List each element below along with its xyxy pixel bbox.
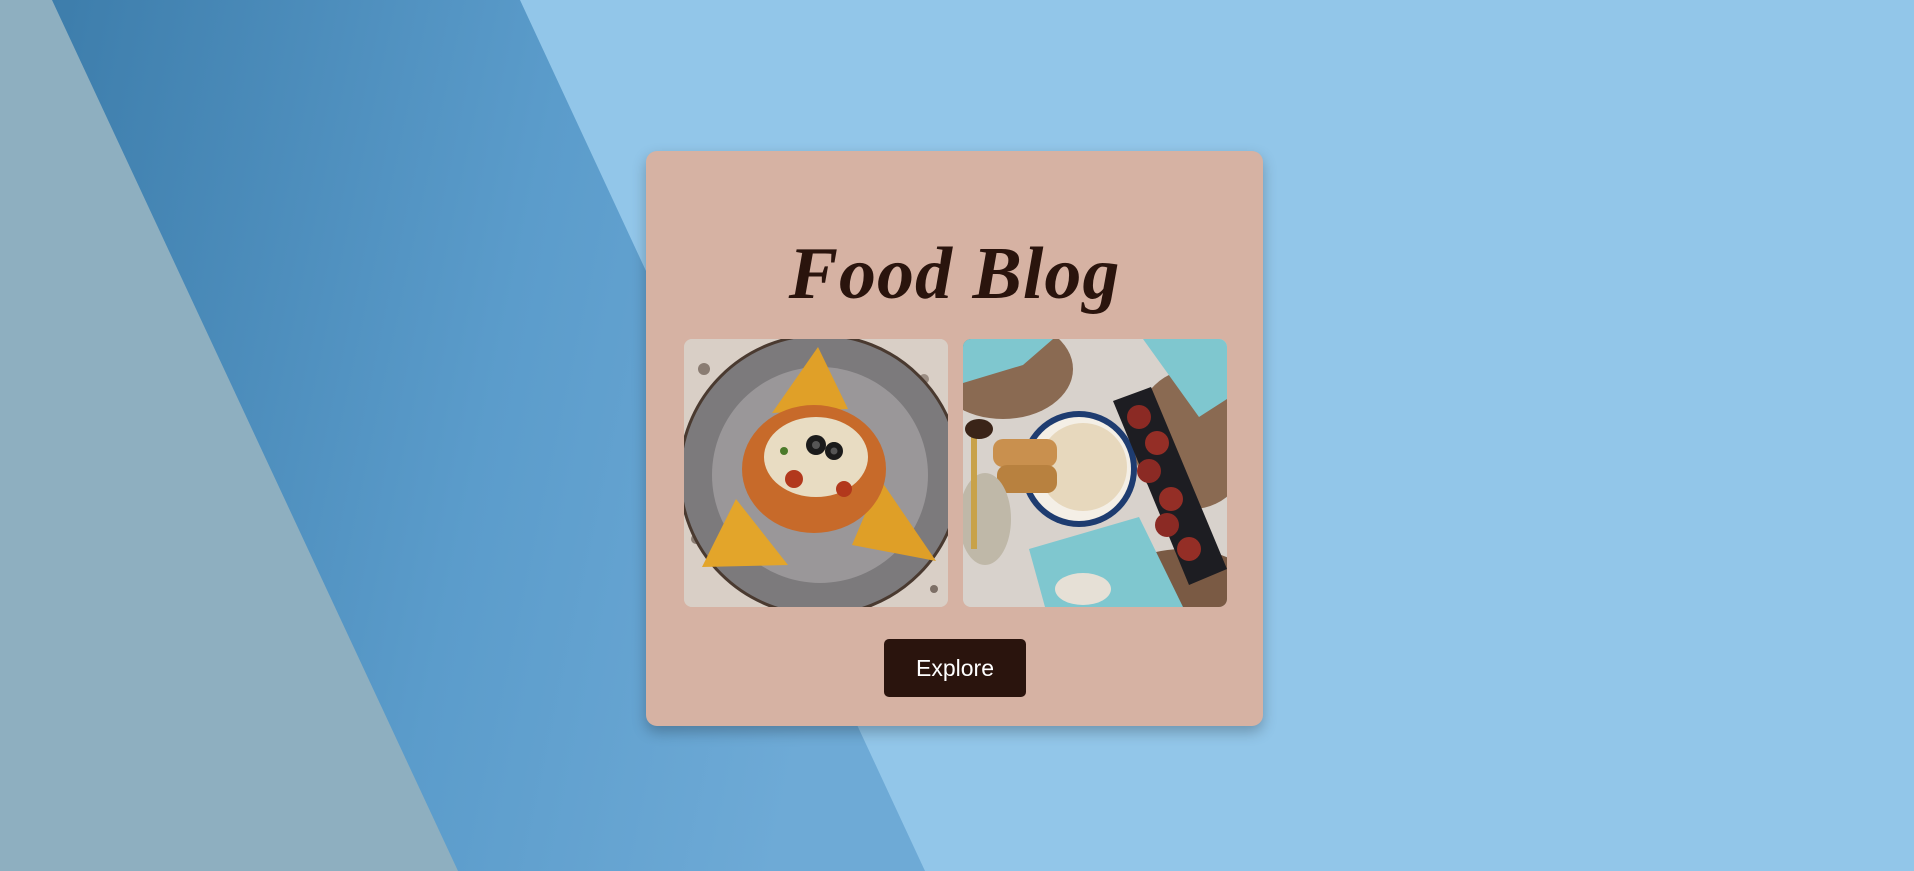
page-title: Food Blog <box>788 233 1121 315</box>
food-blog-card: Food Blog Explore <box>646 151 1263 726</box>
pasta-and-wings-table-photo <box>963 339 1227 607</box>
explore-button[interactable]: Explore <box>884 639 1026 697</box>
nachos-plate-photo <box>684 339 948 607</box>
